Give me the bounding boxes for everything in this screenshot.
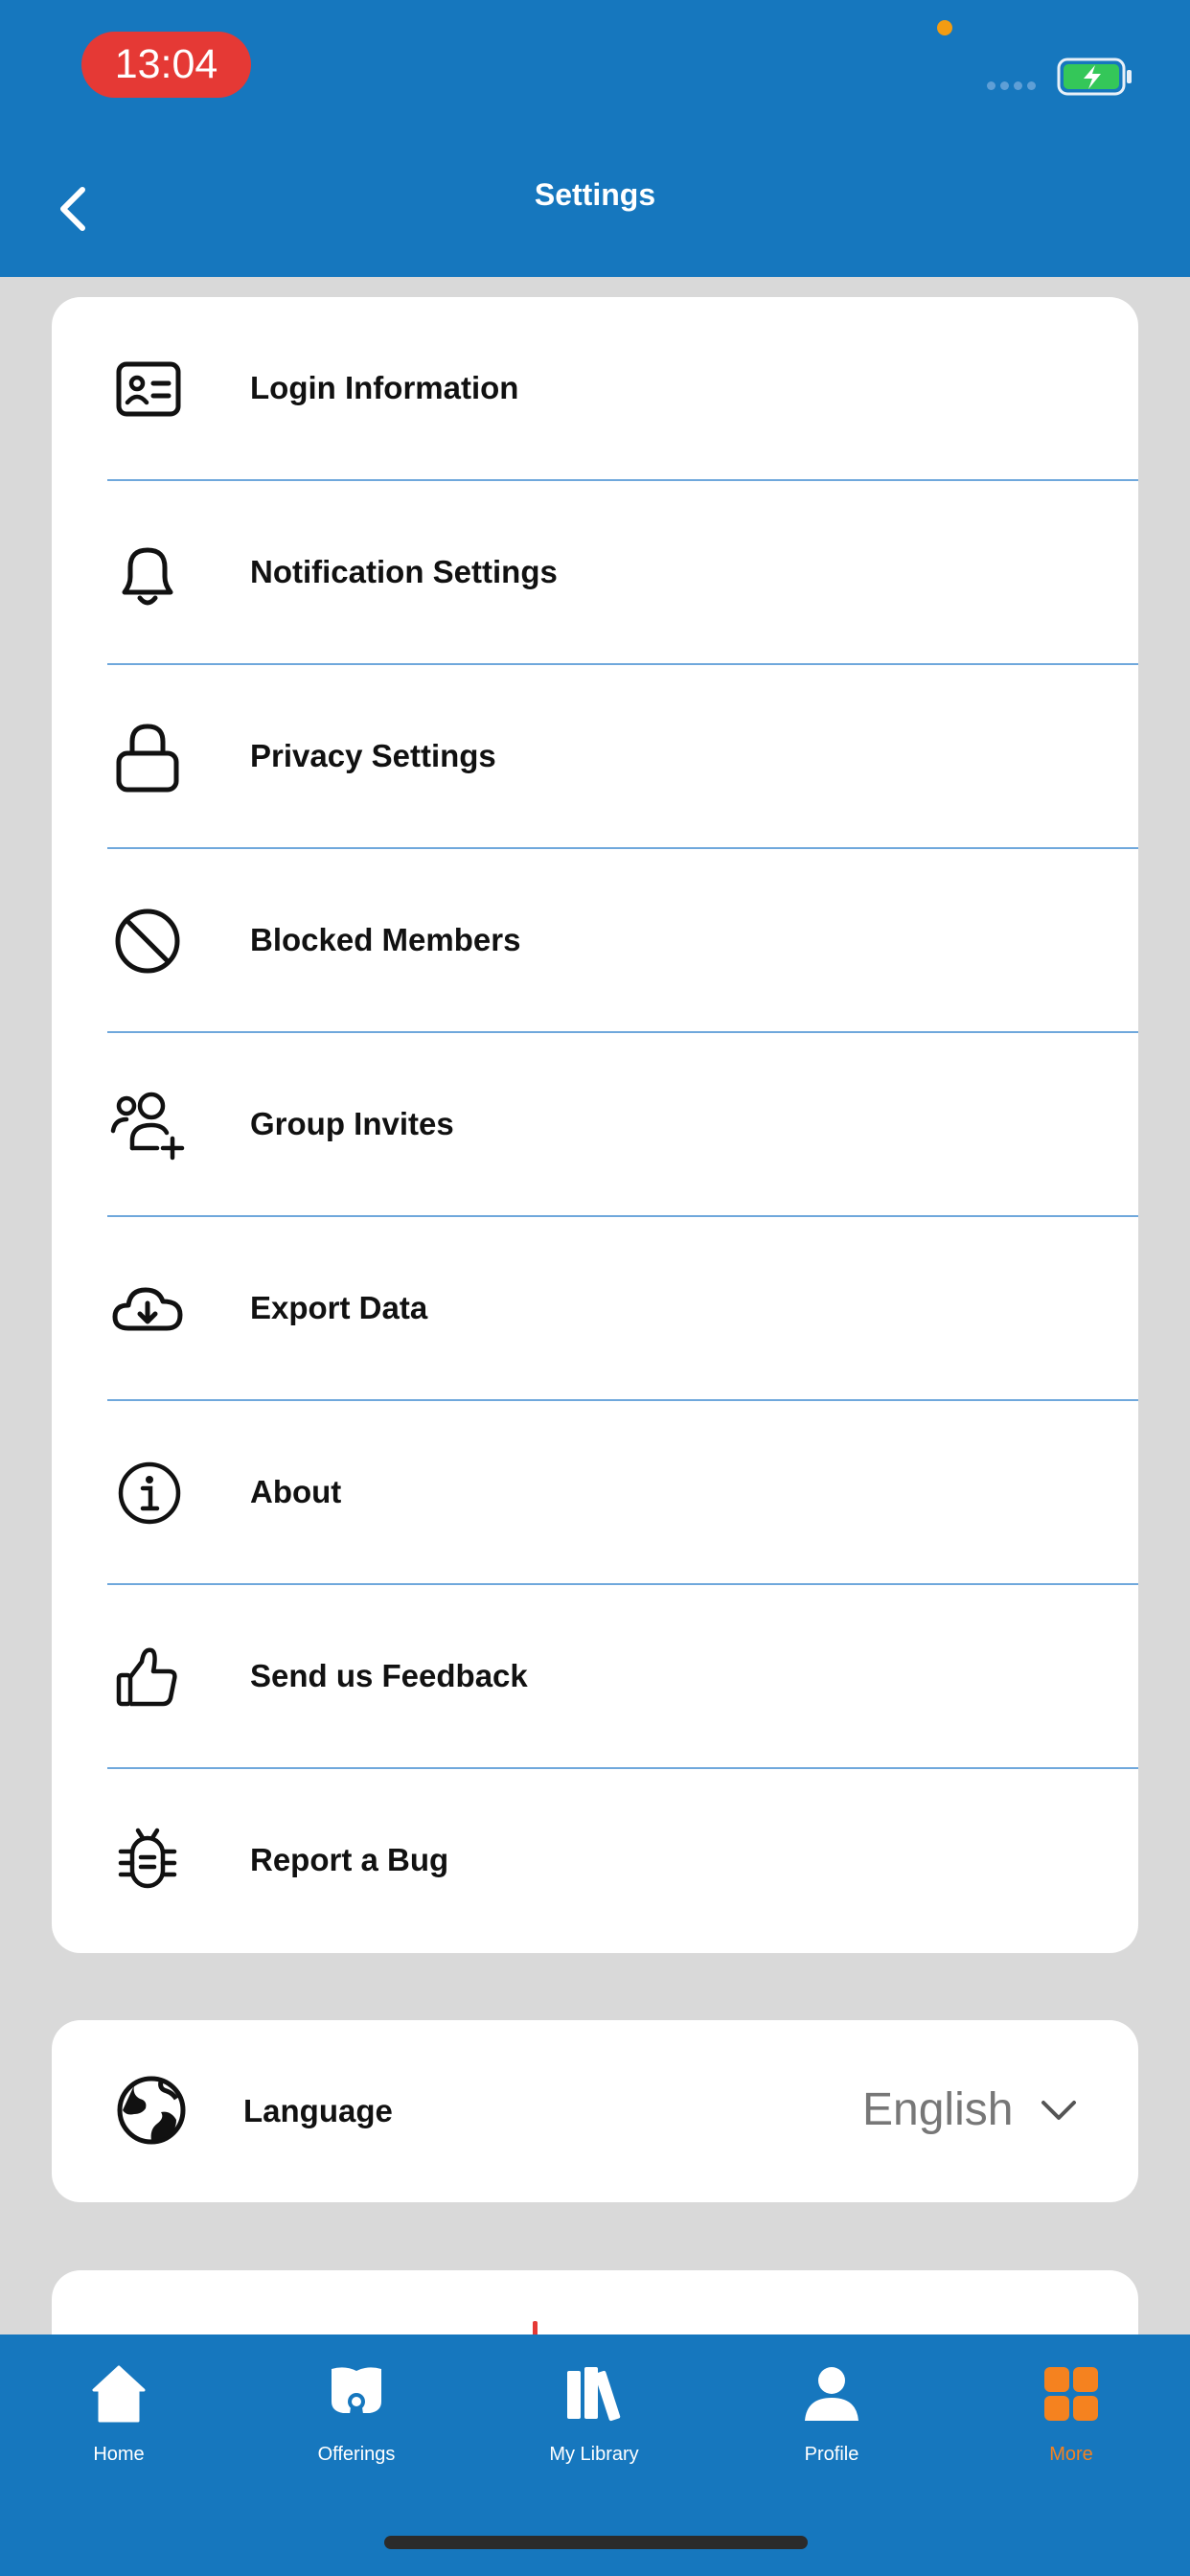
tab-label: Offerings: [317, 2444, 396, 2465]
menu-item-label: Notification Settings: [250, 554, 558, 589]
menu-item-label: Report a Bug: [250, 1842, 449, 1877]
blocked-icon: [115, 908, 180, 974]
menu-item-send-feedback[interactable]: Send us Feedback: [52, 1585, 1138, 1769]
menu-item-label: Blocked Members: [250, 922, 521, 957]
home-indicator: [384, 2536, 808, 2549]
thumbs-up-icon: [116, 1647, 177, 1707]
signal-icon: [987, 81, 1036, 90]
menu-item-notification-settings[interactable]: Notification Settings: [52, 481, 1138, 665]
language-value[interactable]: English: [862, 2083, 1013, 2136]
id-card-icon: [116, 361, 181, 417]
cloud-download-icon: [112, 1287, 183, 1331]
tab-offerings[interactable]: Offerings: [238, 2334, 475, 2507]
tab-label: Home: [93, 2444, 145, 2465]
info-icon: [118, 1461, 181, 1525]
lock-icon: [116, 724, 179, 793]
offerings-icon: [332, 2367, 381, 2421]
chevron-down-icon[interactable]: [1038, 2089, 1080, 2131]
menu-item-report-bug[interactable]: Report a Bug: [52, 1769, 1138, 1953]
menu-item-label: Login Information: [250, 370, 519, 405]
tab-home[interactable]: Home: [0, 2334, 238, 2507]
page-title: Settings: [534, 177, 656, 212]
menu-item-label: About: [250, 1474, 342, 1509]
menu-item-label: Export Data: [250, 1290, 428, 1325]
home-icon: [92, 2365, 146, 2423]
group-add-icon: [110, 1092, 185, 1161]
menu-item-export-data[interactable]: Export Data: [52, 1217, 1138, 1401]
menu-item-login-information[interactable]: Login Information: [52, 297, 1138, 481]
tab-label: My Library: [549, 2444, 639, 2465]
grid-icon: [1044, 2367, 1098, 2421]
tab-more[interactable]: More: [952, 2334, 1190, 2507]
language-selector[interactable]: Language English: [52, 2020, 1138, 2202]
battery-charging-icon: [1057, 58, 1132, 96]
menu-item-group-invites[interactable]: Group Invites: [52, 1033, 1138, 1217]
menu-item-label: Send us Feedback: [250, 1658, 528, 1693]
tab-label: More: [1049, 2444, 1093, 2465]
globe-icon: [117, 2076, 186, 2145]
library-icon: [567, 2367, 621, 2422]
tab-profile[interactable]: Profile: [713, 2334, 950, 2507]
menu-item-blocked-members[interactable]: Blocked Members: [52, 849, 1138, 1033]
bell-icon: [122, 547, 173, 606]
settings-menu: Login Information Notification Settings …: [52, 297, 1138, 1953]
profile-icon: [805, 2367, 858, 2421]
status-time: 13:04: [81, 32, 251, 98]
language-label: Language: [243, 2093, 393, 2128]
menu-item-label: Group Invites: [250, 1106, 454, 1141]
tab-label: Profile: [804, 2444, 859, 2465]
tab-my-library[interactable]: My Library: [475, 2334, 713, 2507]
top-bar: 13:04 Settings: [0, 0, 1190, 277]
bug-icon: [118, 1828, 177, 1889]
menu-item-label: Privacy Settings: [250, 738, 496, 773]
menu-item-about[interactable]: About: [52, 1401, 1138, 1585]
mic-indicator-icon: [937, 20, 952, 35]
menu-item-privacy-settings[interactable]: Privacy Settings: [52, 665, 1138, 849]
